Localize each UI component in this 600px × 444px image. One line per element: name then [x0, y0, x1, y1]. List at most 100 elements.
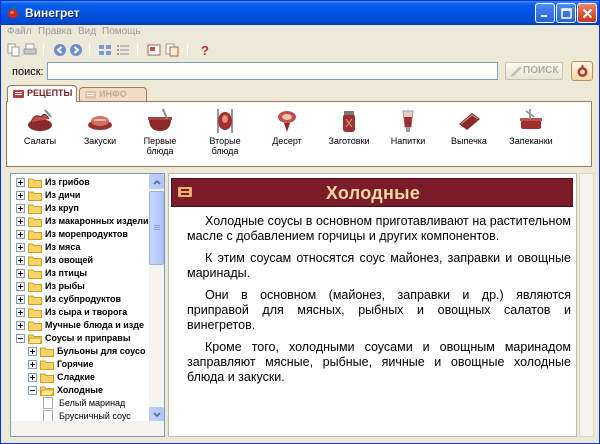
content-paragraph: Они в основном (майонез, заправки и др.)… — [187, 288, 571, 332]
search-label: поиск: — [12, 66, 44, 78]
category-preserves[interactable]: Заготовки — [319, 107, 379, 146]
folder-icon — [28, 204, 42, 214]
tree-vertical-scrollbar[interactable] — [149, 174, 164, 422]
folder-icon — [28, 269, 42, 279]
menu-help[interactable]: Помощь — [102, 26, 141, 37]
search-button-label: ПОИСК — [523, 65, 559, 76]
folder-icon — [28, 256, 42, 266]
menu-file[interactable]: Файл — [7, 26, 32, 37]
preserves-icon — [343, 111, 355, 132]
title-bar[interactable]: Винегрет — [1, 1, 599, 25]
folder-icon — [28, 217, 42, 227]
menu-bar: Файл Правка Вид Помощь — [1, 25, 599, 41]
category-appetizers[interactable]: Закуски — [70, 107, 130, 146]
settings-button[interactable] — [571, 61, 593, 81]
recipe-tree[interactable]: Из грибов Из дичи Из круп Из макаронных изд… — [10, 173, 165, 437]
appetizer-icon — [88, 116, 112, 130]
tree-item-label: Холодные — [57, 385, 103, 395]
forward-icon[interactable] — [69, 43, 83, 57]
expand-icon[interactable] — [16, 308, 25, 317]
category-panel: Салаты Закуски Первые блюда Вторые блюда… — [6, 101, 592, 167]
recipes-tab-icon — [13, 90, 24, 98]
minimize-button[interactable] — [535, 3, 555, 23]
close-icon — [582, 8, 593, 19]
search-pencil-icon — [510, 66, 522, 77]
content-paragraph: Холодные соусы в основном приготавливают… — [187, 214, 571, 243]
chevron-up-icon — [153, 179, 161, 185]
tree-item-label: Из круп — [45, 203, 79, 213]
category-drinks[interactable]: Напитки — [378, 107, 438, 146]
expand-icon[interactable] — [28, 360, 37, 369]
expand-icon[interactable] — [16, 269, 25, 278]
folder-icon — [28, 295, 42, 305]
tree-scroll-up-button[interactable] — [149, 174, 164, 189]
content-body: Холодные соусы в основном приготавливают… — [187, 214, 571, 392]
search-button[interactable]: ПОИСК — [505, 62, 563, 80]
folder-icon — [28, 243, 42, 253]
expand-icon[interactable] — [16, 191, 25, 200]
tree-scroll-down-button[interactable] — [149, 407, 164, 422]
folder-icon — [28, 308, 42, 318]
content-paragraph: Кроме того, холодными соусами и овощным … — [187, 340, 571, 384]
tab-recipes[interactable]: РЕЦЕПТЫ — [7, 85, 77, 102]
tab-info-label: ИНФО — [99, 89, 127, 99]
expand-icon[interactable] — [16, 243, 25, 252]
content-vertical-scrollbar[interactable] — [579, 173, 594, 437]
copy-icon[interactable] — [7, 43, 21, 57]
minimize-icon — [541, 15, 547, 17]
print-icon[interactable] — [23, 43, 37, 57]
salad-icon — [28, 109, 52, 131]
back-icon[interactable] — [53, 43, 67, 57]
category-bakery[interactable]: Выпечка — [439, 107, 499, 146]
close-button[interactable] — [577, 3, 597, 23]
toolbar-separator — [137, 44, 138, 56]
maximize-icon — [561, 8, 572, 19]
folder-icon — [28, 191, 42, 201]
category-dessert[interactable]: Десерт — [257, 107, 317, 146]
tree-item-label: Бульоны для соусо — [57, 346, 146, 356]
category-casseroles[interactable]: Запеканки — [501, 107, 561, 146]
export-icon[interactable] — [165, 43, 179, 57]
category-main-courses[interactable]: Вторые блюда — [195, 107, 255, 156]
menu-view[interactable]: Вид — [78, 26, 96, 37]
expand-icon[interactable] — [16, 178, 25, 187]
large-icons-view-icon[interactable] — [98, 43, 112, 57]
svg-text:?: ? — [201, 43, 209, 57]
folder-icon — [28, 282, 42, 292]
tree-item-label: Из мяса — [45, 242, 81, 252]
window-title: Винегрет — [25, 6, 80, 20]
tab-recipes-label: РЕЦЕПТЫ — [27, 88, 73, 98]
folder-icon — [40, 360, 54, 370]
tree-scroll-thumb[interactable] — [149, 191, 164, 265]
help-icon[interactable]: ? — [198, 43, 212, 57]
expand-icon[interactable] — [28, 347, 37, 356]
expand-icon[interactable] — [28, 373, 37, 382]
list-view-icon[interactable] — [116, 43, 130, 57]
menu-edit[interactable]: Правка — [38, 26, 72, 37]
chevron-down-icon — [153, 412, 161, 418]
tree-item-label: Из овощей — [45, 255, 93, 265]
tree-item-label: Соусы и приправы — [45, 333, 131, 343]
maximize-button[interactable] — [556, 3, 576, 23]
category-first-courses[interactable]: Первые блюда — [130, 107, 190, 156]
collapse-icon[interactable] — [16, 334, 25, 343]
expand-icon[interactable] — [16, 217, 25, 226]
category-salads[interactable]: Салаты — [10, 107, 70, 146]
expand-icon[interactable] — [16, 230, 25, 239]
tree-horizontal-scrollbar[interactable] — [11, 421, 164, 436]
search-input[interactable] — [47, 62, 498, 80]
expand-icon[interactable] — [16, 321, 25, 330]
recipe-card-icon[interactable] — [147, 43, 161, 57]
tree-item-label: Из грибов — [45, 177, 90, 187]
expand-icon[interactable] — [16, 256, 25, 265]
expand-icon[interactable] — [16, 282, 25, 291]
folder-icon — [40, 373, 54, 383]
tree-item-label: Из субпродуктов — [45, 294, 121, 304]
document-icon — [43, 397, 53, 409]
collapse-icon[interactable] — [28, 386, 37, 395]
toolbar-separator — [89, 44, 90, 56]
expand-icon[interactable] — [16, 204, 25, 213]
tab-info[interactable]: ИНФО — [79, 87, 147, 101]
toolbar: ? — [1, 41, 599, 59]
expand-icon[interactable] — [16, 295, 25, 304]
